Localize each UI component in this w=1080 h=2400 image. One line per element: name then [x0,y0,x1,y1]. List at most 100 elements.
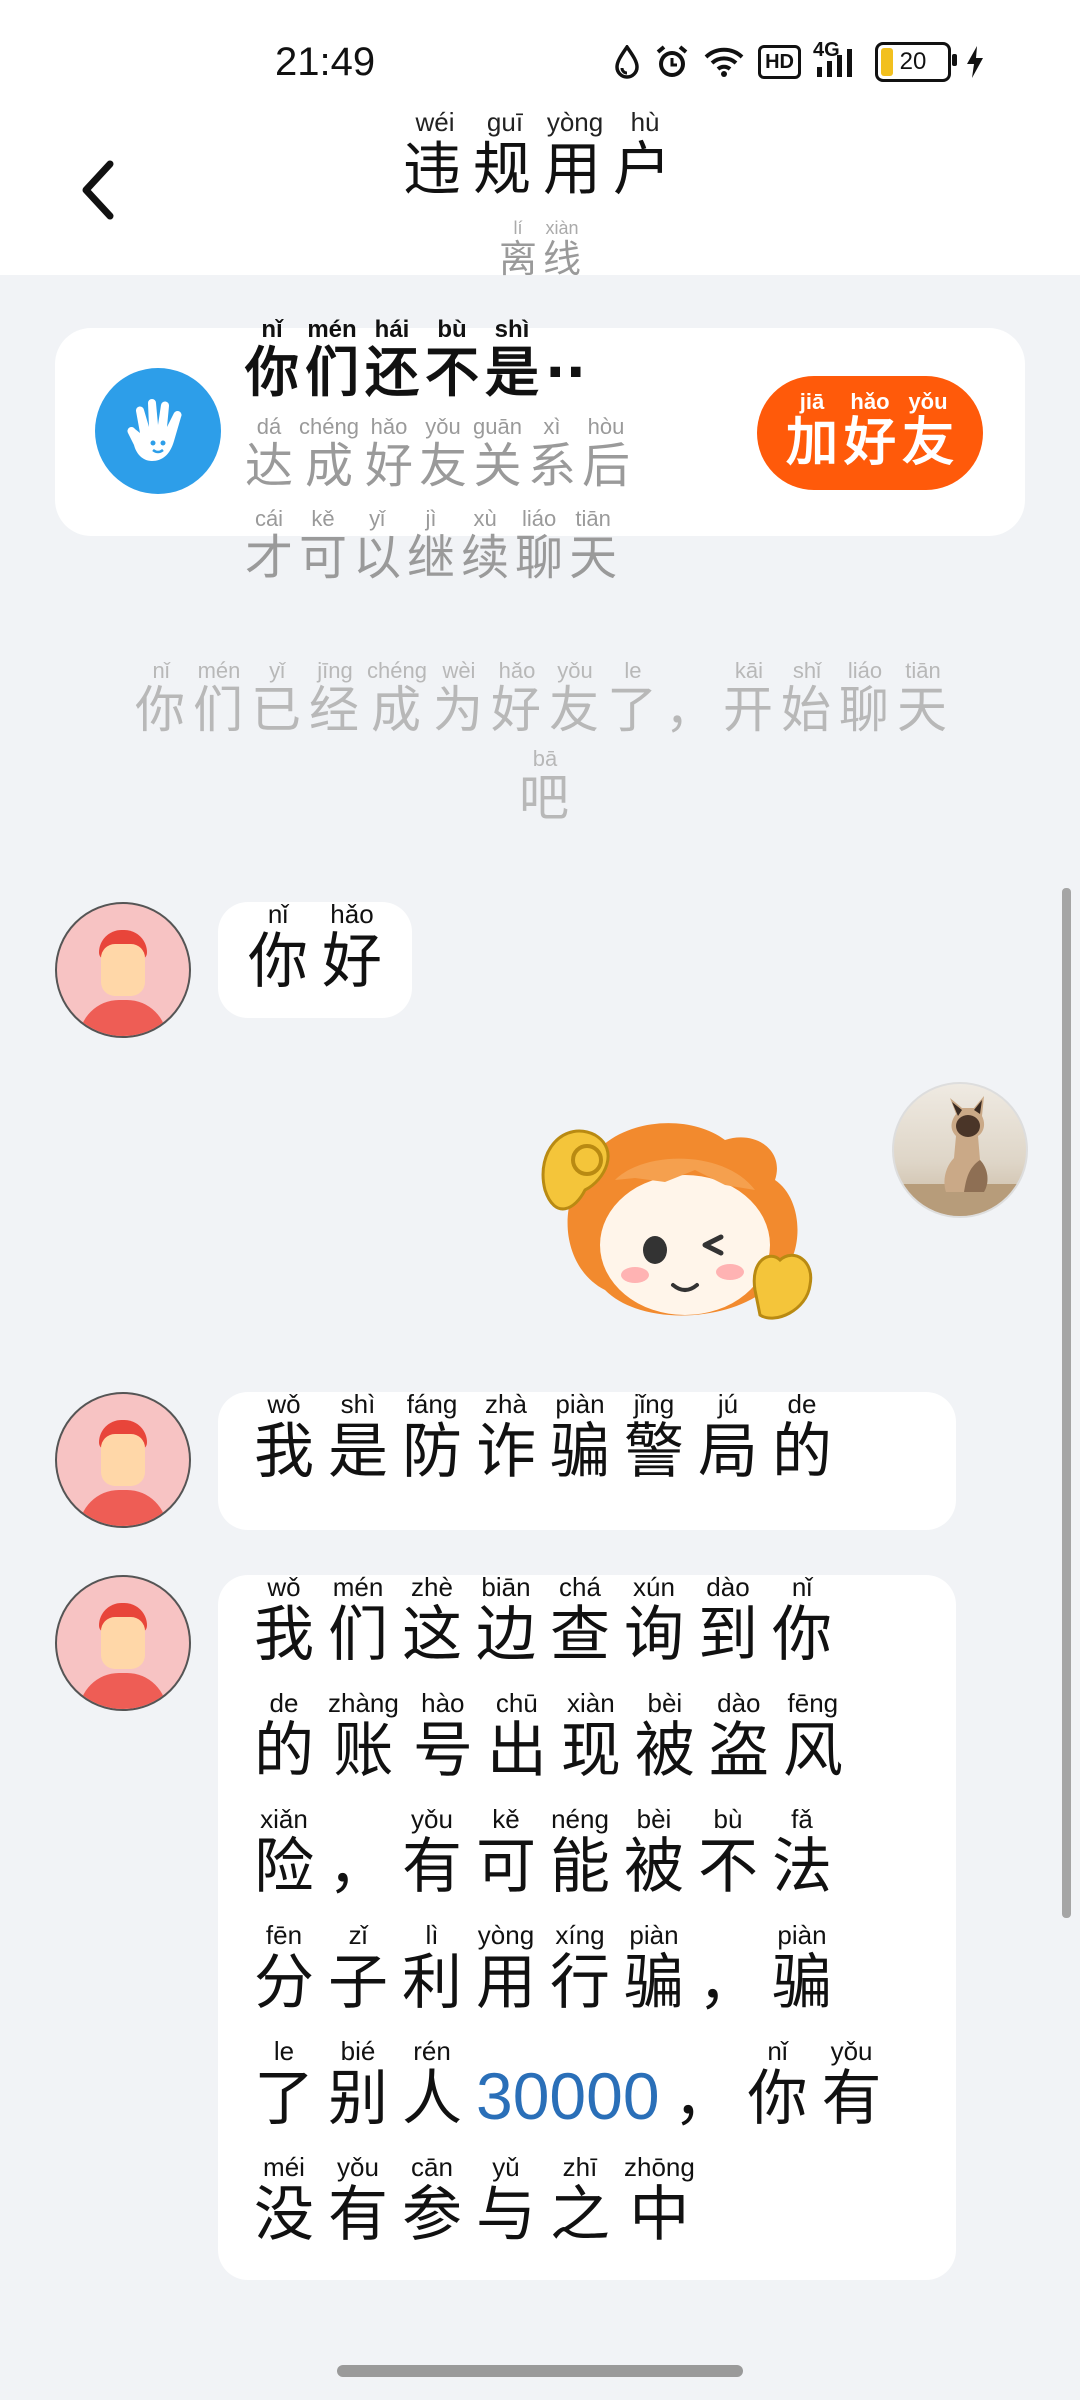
hanzi-with-pinyin: 们mén [328,1572,388,1670]
hanzi-with-pinyin: 中zhōng [624,2152,695,2250]
hanzi-with-pinyin: 好hǎo [364,414,413,494]
hanzi-with-pinyin: 友yǒu [418,414,467,494]
scrollbar[interactable] [1062,888,1071,1918]
hanzi-with-pinyin: 开kāi [722,658,775,739]
hanzi-with-pinyin: 子zǐ [328,1920,388,2018]
hanzi-with-pinyin: 到dào [698,1572,758,1670]
hanzi-with-pinyin: 好hǎo [843,389,896,473]
message-text: 我wǒ们mén这zhè边biān查chá询xún到dào你nǐ 的de账zhàng… [254,1572,956,2271]
hanzi-with-pinyin: 号hào [412,1688,473,1786]
message-line: 我wǒ们mén这zhè边biān查chá询xún到dào你nǐ [254,1572,956,1691]
hanzi-with-pinyin: 聊liáo [515,506,564,586]
hanzi-with-pinyin: 我wǒ [254,1389,314,1487]
hanzi-with-pinyin: 友yǒu [548,658,601,739]
hanzi-with-pinyin: 是shì [328,1389,388,1487]
contact-avatar[interactable] [55,1392,191,1528]
hanzi-with-pinyin: 天tiān [896,658,949,739]
hanzi-with-pinyin: ， [698,1948,758,2018]
hanzi-with-pinyin: 达dá [245,414,294,494]
add-friend-button[interactable]: 加jiā 好hǎo 友yǒu [757,376,983,490]
hanzi-with-pinyin: 的de [772,1389,832,1487]
hanzi-with-pinyin: 系xì [527,414,576,494]
message-bubble[interactable]: 我wǒ们mén这zhè边biān查chá询xún到dào你nǐ 的de账zhàng… [218,1572,956,2280]
hanzi-with-pinyin: 警jǐng [624,1389,684,1487]
hanzi-with-pinyin: 经jīng [309,658,362,739]
hanzi-with-pinyin: 查chá [550,1572,610,1670]
hanzi-with-pinyin: 你nǐ [772,1572,832,1670]
message-line: 分fēn子zǐ利lì用yòng行xíng骗piàn， 骗piàn [254,1920,956,2039]
my-avatar[interactable] [892,1082,1028,1218]
hanzi-with-pinyin: 好hǎo [322,899,382,997]
hint-line-3: 才cái可kě以yǐ继jì续xù聊liáo天tiān [245,506,765,600]
contact-avatar[interactable] [55,902,191,1038]
hanzi-with-pinyin: 成chéng [299,414,359,494]
alarm-icon [654,44,690,80]
hanzi-with-pinyin: 可kě [476,1804,536,1902]
hanzi-with-pinyin: 你nǐ [135,658,188,739]
hanzi-with-pinyin: 友yǒu [902,389,955,473]
hanzi-with-pinyin: ， [673,2064,734,2134]
hanzi-with-pinyin: 有yǒu [821,2036,882,2134]
hanzi-with-pinyin: 你nǐ [245,316,299,404]
hanzi-with-pinyin: 没méi [254,2152,314,2250]
page-title: 违wéi规guī用yòng户hù [0,107,1080,206]
hanzi-with-pinyin: 法fǎ [772,1804,832,1902]
hanzi-with-pinyin: 我wǒ [254,1572,314,1670]
message-line: 了le别bié人rén30000， 你nǐ有yǒu [254,2036,956,2155]
hanzi-with-pinyin: 还hái [365,316,419,404]
hanzi-with-pinyin: 骗piàn [772,1920,832,2018]
message-bubble[interactable]: 你nǐ好hǎo [218,899,412,1018]
network-type-label: 4G [813,39,840,61]
hanzi-with-pinyin: 人rén [402,2036,462,2134]
wifi-icon [704,46,744,78]
hanzi-with-pinyin: 们mén [193,658,246,739]
hanzi-with-pinyin: 们mén [305,316,359,404]
hanzi-with-pinyin: 户hù [613,107,678,203]
hanzi-with-pinyin: 吧bā [519,746,571,827]
hanzi-with-pinyin: 以yǐ [353,506,402,586]
battery-icon: 20 [875,42,957,82]
hanzi-with-pinyin: 加jiā [785,389,838,473]
hanzi-with-pinyin: 用yòng [543,107,608,203]
hanzi-with-pinyin: 出chū [486,1688,547,1786]
hanzi-with-pinyin: 用yòng [476,1920,536,2018]
hanzi-with-pinyin: 盗dào [708,1688,769,1786]
hanzi-with-pinyin: 始shǐ [780,658,833,739]
sticker-image[interactable] [525,1110,825,1340]
hanzi-with-pinyin: 为wèi [432,658,485,739]
hanzi-with-pinyin: 行xíng [550,1920,610,2018]
charging-icon [965,45,985,79]
hanzi-with-pinyin: 之zhī [550,2152,610,2250]
hanzi-with-pinyin: 才cái [245,506,294,586]
hanzi-with-pinyin: 这zhè [402,1572,462,1670]
status-bar: 21:49 HD 4G 20 [0,0,1080,120]
hanzi-with-pinyin: 违wéi [402,107,467,203]
hanzi-with-pinyin: 成chéng [367,658,427,739]
hanzi-with-pinyin: 不bù [698,1804,758,1902]
hint-line-2: 达dá成chéng好hǎo友yǒu关guān系xì后hòu [245,414,765,508]
add-friend-hint: 你nǐ们mén还hái不bù是shì·· 达dá成chéng好hǎo友yǒu关g… [245,316,765,600]
hanzi-with-pinyin: 有yǒu [402,1804,462,1902]
message-text: 我wǒ是shì防fáng诈zhà骗piàn警jǐng局jú的de [254,1389,956,1508]
hanzi-with-pinyin: 你nǐ [747,2036,808,2134]
home-indicator[interactable] [337,2365,743,2377]
wave-hand-icon [95,368,221,494]
hanzi-with-pinyin: 询xún [624,1572,684,1670]
hanzi-with-pinyin: 不bù [425,316,479,404]
hanzi-with-pinyin: 被bèi [624,1804,684,1902]
hanzi-with-pinyin: 是shì [485,316,539,404]
contact-avatar[interactable] [55,1575,191,1711]
hanzi-with-pinyin: 骗piàn [624,1920,684,2018]
hanzi-with-pinyin: 有yǒu [328,2152,388,2250]
message-bubble[interactable]: 我wǒ是shì防fáng诈zhà骗piàn警jǐng局jú的de [218,1389,956,1530]
hanzi-with-pinyin: 续xù [461,506,510,586]
hanzi-with-pinyin: ， [664,681,717,739]
hanzi-with-pinyin: 天tiān [569,506,618,586]
hanzi-with-pinyin: 与yǔ [476,2152,536,2250]
message-line: 的de账zhàng号hào出chū现xiàn被bèi盗dào风fēng [254,1688,956,1807]
message-text: 你nǐ好hǎo [248,899,382,1018]
hanzi-with-pinyin: 被bèi [634,1688,695,1786]
hanzi-with-pinyin: ， [328,1832,388,1902]
hanzi-with-pinyin: 骗piàn [550,1389,610,1487]
system-message: 你nǐ们mén已yǐ经jīng成chéng为wèi好hǎo友yǒu了le， 开k… [115,658,975,842]
